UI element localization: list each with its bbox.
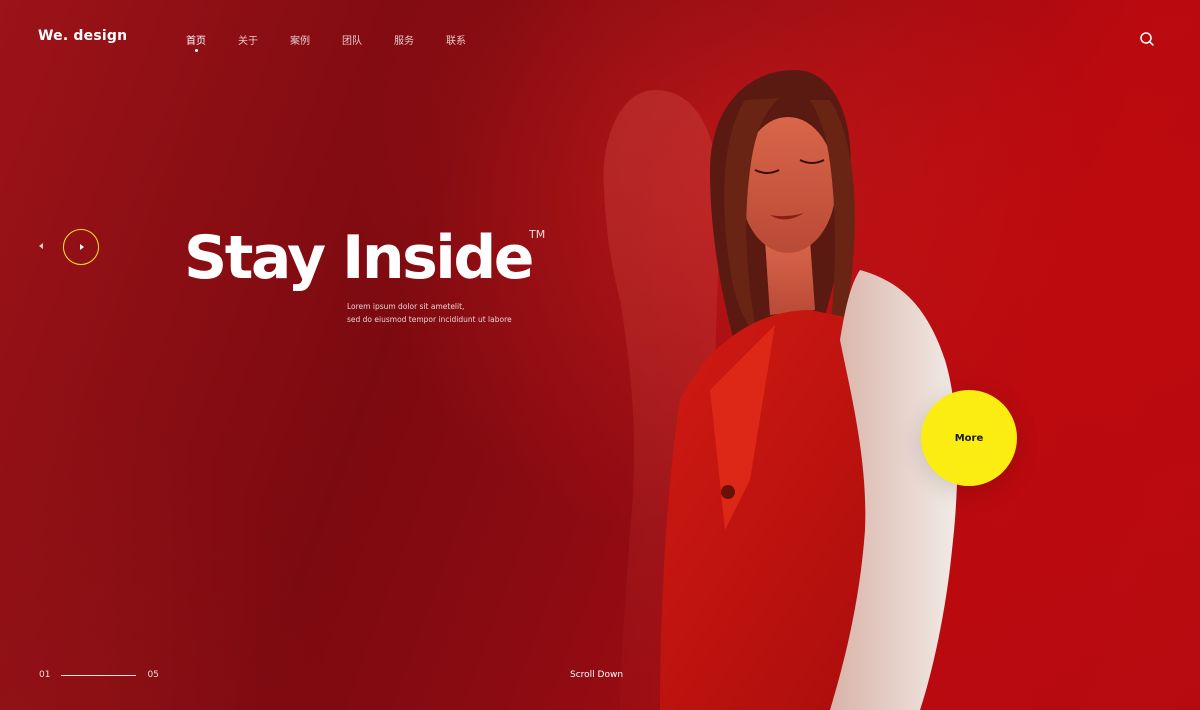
nav-item-about[interactable]: 关于 (238, 32, 258, 47)
nav-item-services[interactable]: 服务 (394, 32, 414, 47)
slide-progress-fill (61, 674, 137, 676)
nav-item-home[interactable]: 首页 (186, 32, 206, 52)
hero-description-line-1: Lorem ipsum dolor sit ametelit, (347, 302, 465, 311)
more-button[interactable]: More (921, 390, 1017, 486)
search-icon (1140, 32, 1154, 46)
hero-description-line-2: sed do eiusmod tempor incididunt ut labo… (347, 315, 512, 324)
triangle-left-icon[interactable] (36, 241, 46, 251)
trademark-mark: TM (529, 228, 546, 241)
slide-progress-track (61, 674, 137, 676)
slide-counter: 01 05 (39, 670, 159, 680)
hero-model-photo (603, 70, 958, 710)
main-nav: 首页 关于 案例 团队 服务 联系 (186, 32, 498, 52)
hero-title: Stay Inside (184, 223, 535, 293)
scroll-down-link[interactable]: Scroll Down (570, 670, 623, 680)
slide-current: 01 (39, 670, 51, 680)
nav-item-contact[interactable]: 联系 (446, 32, 466, 47)
brand-logo[interactable]: We. design (38, 28, 127, 44)
hero-description: Lorem ipsum dolor sit ametelit, sed do e… (347, 300, 512, 326)
slide-total: 05 (147, 670, 159, 680)
search-button[interactable] (1138, 30, 1156, 48)
play-button[interactable] (63, 229, 99, 265)
nav-item-team[interactable]: 团队 (342, 32, 362, 47)
nav-item-cases[interactable]: 案例 (290, 32, 310, 47)
